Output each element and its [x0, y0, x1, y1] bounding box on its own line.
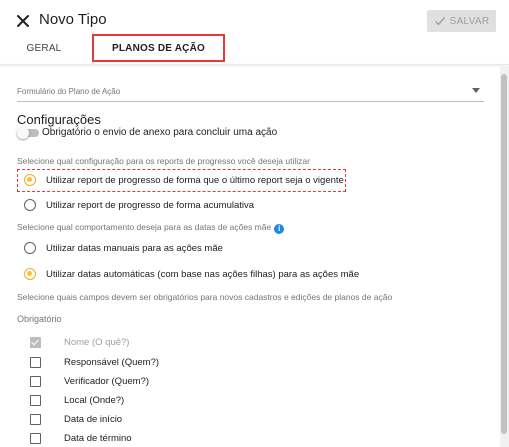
- radio-progress-latest[interactable]: Utilizar report de progresso de forma qu…: [24, 172, 344, 188]
- scrollbar-thumb[interactable]: [501, 74, 507, 434]
- progress-question: Selecione qual configuração para os repo…: [17, 156, 310, 166]
- checkbox-responsible[interactable]: Responsável (Quem?): [30, 355, 159, 369]
- dates-question: Selecione qual comportamento deseja para…: [17, 222, 285, 234]
- attachment-toggle[interactable]: [17, 127, 41, 139]
- radio-dates-automatic[interactable]: Utilizar datas automáticas (com base nas…: [24, 266, 359, 282]
- required-label: Obrigatório: [17, 314, 62, 324]
- check-icon: [434, 17, 445, 26]
- checkbox-location[interactable]: Local (Onde?): [30, 393, 124, 407]
- plan-form-select[interactable]: Formulário do Plano de Ação: [17, 87, 120, 96]
- checkbox-label: Data de início: [64, 413, 123, 425]
- checkbox[interactable]: [30, 375, 41, 387]
- tab-action-plans[interactable]: PLANOS DE AÇÃO: [92, 34, 225, 62]
- checkbox-label: Nome (O quê?): [64, 336, 130, 348]
- checkbox[interactable]: [30, 413, 41, 425]
- radio-label: Utilizar report de progresso de forma ac…: [46, 199, 255, 211]
- header-divider: [0, 64, 509, 65]
- checkbox-start-date[interactable]: Data de início: [30, 412, 122, 426]
- attachment-toggle-label: Obrigatório o envio de anexo para conclu…: [42, 127, 278, 138]
- checkbox-label: Local (Onde?): [64, 394, 125, 406]
- close-button[interactable]: [12, 10, 34, 32]
- radio-checked[interactable]: [24, 174, 36, 186]
- radio-label: Utilizar datas manuais para as ações mãe: [46, 242, 223, 254]
- radio-checked[interactable]: [24, 268, 36, 280]
- radio-dates-manual[interactable]: Utilizar datas manuais para as ações mãe: [24, 240, 223, 256]
- close-icon: [17, 15, 29, 27]
- toggle-knob: [17, 127, 29, 139]
- checkbox-end-date[interactable]: Data de término: [30, 431, 132, 445]
- checkbox-label: Data de término: [64, 432, 132, 444]
- checkbox[interactable]: [30, 356, 41, 368]
- vertical-scrollbar[interactable]: [500, 66, 509, 447]
- checkbox-checked-disabled: [30, 336, 41, 348]
- dialog-title: Novo Tipo: [39, 11, 107, 28]
- radio-unchecked[interactable]: [24, 199, 36, 211]
- fields-question: Selecione quais campos devem ser obrigat…: [17, 292, 393, 302]
- radio-unchecked[interactable]: [24, 242, 36, 254]
- checkbox[interactable]: [30, 394, 41, 406]
- checkbox-label: Responsável (Quem?): [64, 356, 160, 368]
- tab-general[interactable]: GERAL: [18, 34, 70, 62]
- dropdown-arrow-icon[interactable]: [472, 88, 480, 93]
- checkbox-label: Verificador (Quem?): [64, 375, 150, 387]
- checkbox-verifier[interactable]: Verificador (Quem?): [30, 374, 149, 388]
- checkbox[interactable]: [30, 432, 41, 444]
- info-icon[interactable]: i: [274, 224, 285, 234]
- radio-progress-cumulative[interactable]: Utilizar report de progresso de forma ac…: [24, 197, 254, 213]
- select-underline: [17, 101, 484, 102]
- form-content: Formulário do Plano de Ação Configuraçõe…: [0, 66, 500, 447]
- save-button-label: SALVAR: [449, 15, 490, 27]
- dialog-header: Novo Tipo SALVAR GERAL PLANOS DE AÇÃO: [0, 0, 509, 65]
- radio-label: Utilizar report de progresso de forma qu…: [46, 174, 344, 186]
- radio-label: Utilizar datas automáticas (com base nas…: [46, 268, 360, 280]
- checkbox-name: Nome (O quê?): [30, 335, 129, 349]
- dates-question-text: Selecione qual comportamento deseja para…: [17, 222, 272, 232]
- save-button[interactable]: SALVAR: [427, 10, 496, 32]
- section-title: Configurações: [17, 112, 101, 127]
